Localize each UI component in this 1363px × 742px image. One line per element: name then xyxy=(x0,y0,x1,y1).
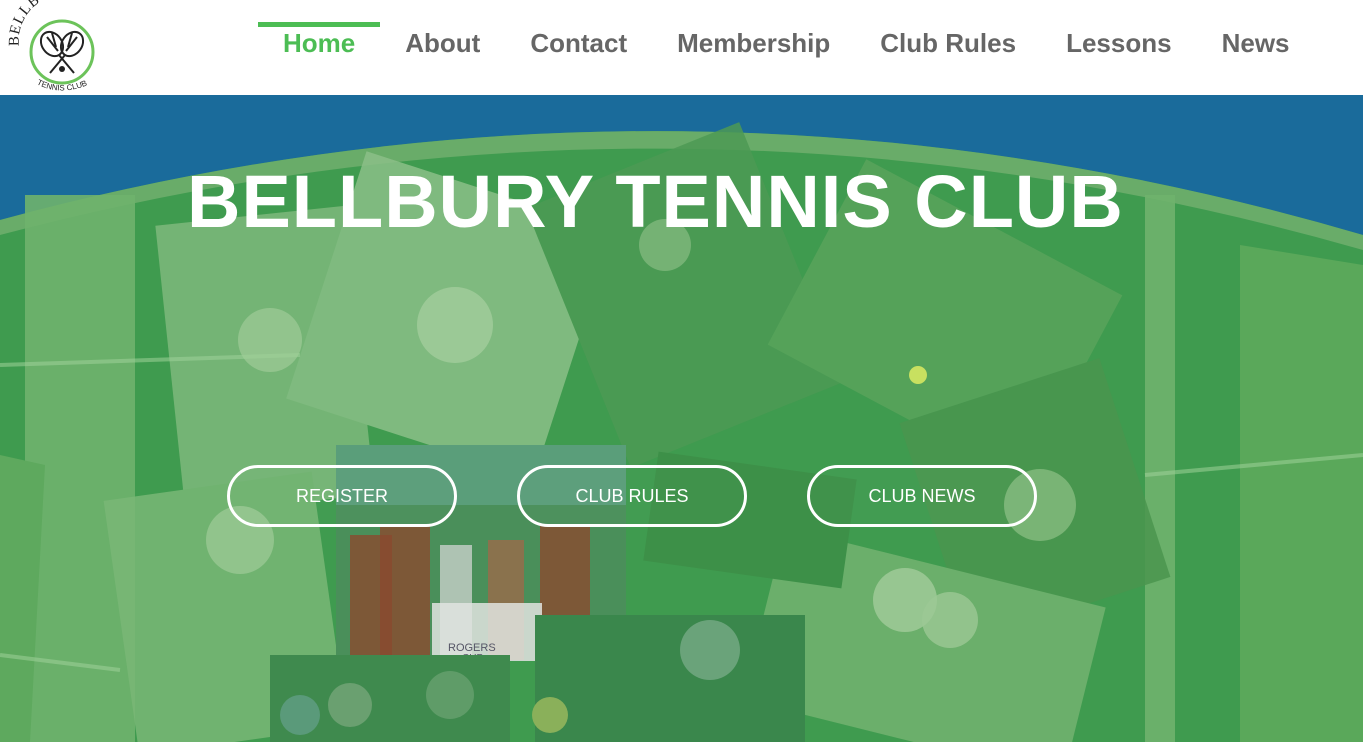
nav-label: News xyxy=(1221,28,1290,58)
nav-home[interactable]: Home xyxy=(258,0,381,95)
button-label: CLUB RULES xyxy=(575,485,689,506)
nav-membership[interactable]: Membership xyxy=(652,0,855,95)
nav-label: Lessons xyxy=(1066,28,1172,58)
active-indicator xyxy=(258,22,381,27)
hero-title: BELLBURY TENNIS CLUB xyxy=(187,160,1124,243)
nav-about[interactable]: About xyxy=(380,0,505,95)
nav-label: About xyxy=(405,28,481,58)
site-header: BELLBURY TENNIS CLUB Home About Contact xyxy=(0,0,1363,95)
nav-contact[interactable]: Contact xyxy=(505,0,652,95)
register-button[interactable]: REGISTER xyxy=(227,465,457,527)
nav-news[interactable]: News xyxy=(1197,0,1315,95)
nav-label: Contact xyxy=(530,28,628,58)
club-logo[interactable]: BELLBURY TENNIS CLUB xyxy=(0,0,130,95)
nav-club-rules[interactable]: Club Rules xyxy=(855,0,1041,95)
tennis-rackets-logo-icon: BELLBURY TENNIS CLUB xyxy=(7,0,95,93)
club-rules-button[interactable]: CLUB RULES xyxy=(517,465,747,527)
nav-label: Club Rules xyxy=(880,28,1017,58)
nav-lessons[interactable]: Lessons xyxy=(1041,0,1197,95)
nav-label: Membership xyxy=(677,28,831,58)
svg-text:TENNIS CLUB: TENNIS CLUB xyxy=(36,78,89,93)
button-label: REGISTER xyxy=(295,485,388,506)
main-nav: Home About Contact Membership Club Rules… xyxy=(258,0,1315,95)
nav-label: Home xyxy=(283,28,356,58)
button-label: CLUB NEWS xyxy=(868,485,976,506)
club-news-button[interactable]: CLUB NEWS xyxy=(807,465,1037,527)
hero-section: ROGERS CUP BELLBURY TENNIS CLUB REGISTER… xyxy=(0,95,1363,742)
